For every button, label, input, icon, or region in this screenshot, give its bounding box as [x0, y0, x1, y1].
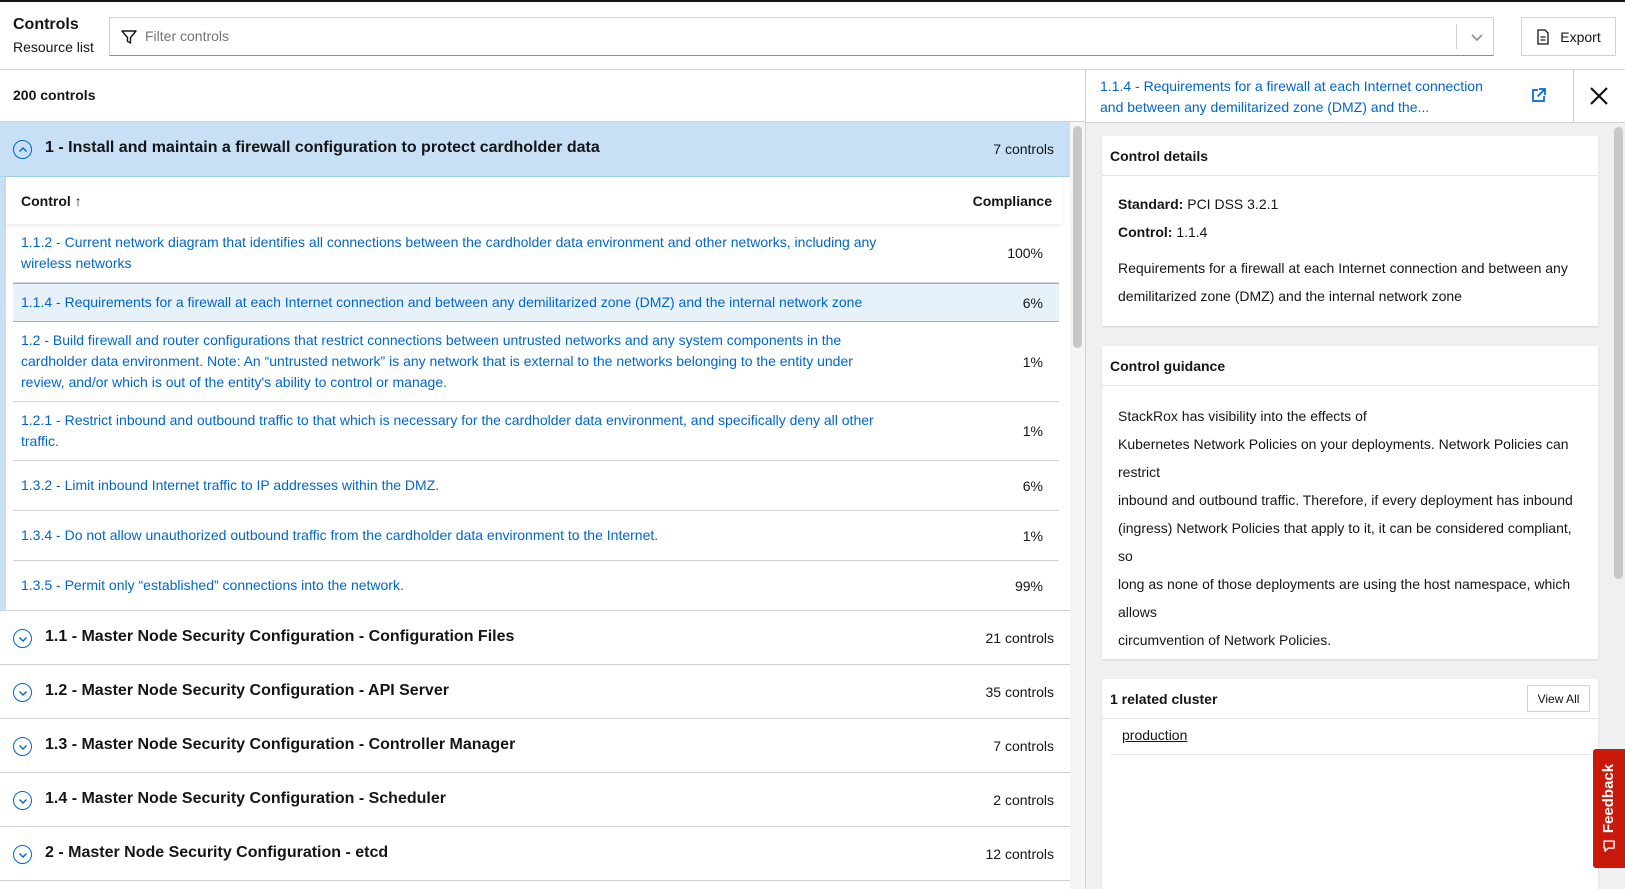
- card-heading: Control details: [1102, 136, 1598, 176]
- guidance-line: inbound and outbound traffic. Therefore,…: [1118, 492, 1573, 564]
- control-link[interactable]: 1.2.1 - Restrict inbound and outbound tr…: [13, 402, 883, 460]
- guidance-line: Kubernetes Network Policies on your depl…: [1118, 436, 1569, 480]
- group-title: 1.1 - Master Node Security Configuration…: [45, 628, 515, 645]
- control-link[interactable]: 1.1.4 - Requirements for a firewall at e…: [13, 284, 883, 321]
- column-header-compliance: Compliance: [972, 193, 1052, 209]
- header-separator: [1573, 70, 1574, 123]
- control-link[interactable]: 1.1.2 - Current network diagram that ide…: [13, 224, 883, 282]
- panel-title-link[interactable]: 1.1.4 - Requirements for a firewall at e…: [1100, 76, 1510, 118]
- controls-count-row: 200 controls: [0, 70, 1085, 122]
- group-count: 7 controls: [993, 141, 1054, 157]
- compliance-value: 6%: [1022, 294, 1043, 311]
- table-row[interactable]: 1.3.4 - Do not allow unauthorized outbou…: [13, 511, 1059, 561]
- guidance-line: circumvention of Network Policies.: [1118, 632, 1332, 648]
- control-value: 1.1.4: [1176, 224, 1208, 240]
- list-item: production: [1110, 719, 1590, 755]
- standard-line: Standard: PCI DSS 3.2.1: [1118, 190, 1582, 218]
- chevron-down-icon[interactable]: [13, 791, 32, 810]
- related-clusters-card: 1 related cluster View All production: [1102, 679, 1598, 889]
- cluster-link[interactable]: production: [1122, 727, 1187, 743]
- group-header-collapsed[interactable]: 1.4 - Master Node Security Configuration…: [0, 773, 1070, 827]
- file-icon: [1537, 28, 1549, 45]
- group-count: 12 controls: [985, 846, 1054, 862]
- guidance-line: long as none of those deployments are us…: [1118, 576, 1571, 620]
- group-title: 1.3 - Master Node Security Configuration…: [45, 736, 516, 753]
- page-header: Controls Resource list Export: [0, 2, 1625, 70]
- compliance-value: 1%: [1022, 527, 1043, 544]
- control-description: Requirements for a firewall at each Inte…: [1118, 260, 1568, 304]
- group-title: 2 - Master Node Security Configuration -…: [45, 844, 389, 861]
- table-row[interactable]: 1.3.2 - Limit inbound Internet traffic t…: [13, 461, 1059, 511]
- filter-input[interactable]: [145, 28, 1345, 44]
- table-row[interactable]: 1.2 - Build firewall and router configur…: [13, 322, 1059, 402]
- chevron-down-icon[interactable]: [1469, 29, 1485, 45]
- external-link-icon[interactable]: [1530, 87, 1547, 104]
- control-groups: 1 - Install and maintain a firewall conf…: [0, 122, 1070, 881]
- control-guidance-card: Control guidance StackRox has visibility…: [1102, 346, 1598, 659]
- filter-controls-box[interactable]: [109, 17, 1494, 56]
- feedback-label: Feedback: [1600, 763, 1618, 834]
- compliance-value: 6%: [1022, 477, 1043, 494]
- compliance-value: 100%: [1007, 245, 1043, 261]
- filter-icon: [121, 30, 137, 44]
- table-row[interactable]: 1.1.2 - Current network diagram that ide…: [13, 224, 1059, 283]
- card-heading: Control guidance: [1102, 346, 1598, 386]
- group-count: 7 controls: [993, 738, 1054, 754]
- view-all-button[interactable]: View All: [1527, 685, 1590, 712]
- control-line: Control: 1.1.4: [1118, 218, 1582, 246]
- page-title: Controls: [13, 16, 79, 33]
- chat-icon: [1603, 840, 1615, 852]
- export-button[interactable]: Export: [1521, 17, 1616, 56]
- control-label: Control:: [1118, 224, 1173, 240]
- page-subtitle: Resource list: [13, 39, 94, 55]
- compliance-value: 1%: [1022, 353, 1043, 370]
- chevron-down-icon[interactable]: [13, 629, 32, 648]
- control-link[interactable]: 1.3.2 - Limit inbound Internet traffic t…: [13, 467, 883, 504]
- chevron-down-icon[interactable]: [13, 737, 32, 756]
- scrollbar-thumb[interactable]: [1073, 126, 1082, 348]
- clusters-heading: 1 related cluster: [1110, 691, 1218, 707]
- guidance-line: StackRox has visibility into the effects…: [1118, 408, 1367, 424]
- feedback-button[interactable]: Feedback: [1593, 749, 1625, 868]
- group-count: 21 controls: [985, 630, 1054, 646]
- group-header-expanded[interactable]: 1 - Install and maintain a firewall conf…: [0, 122, 1070, 177]
- controls-count: 200 controls: [13, 87, 96, 103]
- panel-header: 1.1.4 - Requirements for a firewall at e…: [1086, 70, 1625, 123]
- compliance-value: 1%: [1022, 423, 1043, 439]
- table-row[interactable]: 1.3.5 - Permit only “established” connec…: [13, 561, 1059, 610]
- group-header-collapsed[interactable]: 1.1 - Master Node Security Configuration…: [0, 611, 1070, 665]
- group-title: 1.2 - Master Node Security Configuration…: [45, 682, 449, 699]
- control-link[interactable]: 1.3.5 - Permit only “established” connec…: [13, 567, 883, 604]
- column-header-control[interactable]: Control ↑: [21, 193, 82, 209]
- group-table: Control ↑ Compliance 1.1.2 - Current net…: [0, 177, 1070, 611]
- list-scrollbar[interactable]: [1070, 122, 1085, 889]
- control-link[interactable]: 1.2 - Build firewall and router configur…: [13, 322, 883, 401]
- control-details-card: Control details Standard: PCI DSS 3.2.1 …: [1102, 136, 1598, 326]
- group-count: 35 controls: [985, 684, 1054, 700]
- chevron-down-icon[interactable]: [13, 683, 32, 702]
- filter-separator: [1456, 24, 1457, 49]
- export-label: Export: [1560, 28, 1601, 45]
- table-header: Control ↑ Compliance: [6, 177, 1063, 224]
- control-link[interactable]: 1.3.4 - Do not allow unauthorized outbou…: [13, 517, 883, 554]
- chevron-down-icon[interactable]: [13, 845, 32, 864]
- group-title: 1 - Install and maintain a firewall conf…: [45, 139, 600, 156]
- table-row-selected[interactable]: 1.1.4 - Requirements for a firewall at e…: [13, 283, 1059, 322]
- standard-value: PCI DSS 3.2.1: [1187, 196, 1279, 212]
- close-icon[interactable]: [1589, 86, 1609, 106]
- group-count: 2 controls: [993, 792, 1054, 808]
- chevron-up-icon[interactable]: [13, 140, 32, 159]
- card-heading: 1 related cluster View All: [1102, 679, 1598, 719]
- table-row[interactable]: 1.2.1 - Restrict inbound and outbound tr…: [13, 402, 1059, 461]
- control-side-panel: 1.1.4 - Requirements for a firewall at e…: [1085, 70, 1625, 889]
- controls-list: 200 controls 1 - Install and maintain a …: [0, 70, 1085, 889]
- group-header-collapsed[interactable]: 1.3 - Master Node Security Configuration…: [0, 719, 1070, 773]
- group-title: 1.4 - Master Node Security Configuration…: [45, 790, 446, 807]
- group-header-collapsed[interactable]: 2 - Master Node Security Configuration -…: [0, 827, 1070, 881]
- compliance-value: 99%: [1014, 577, 1043, 594]
- standard-label: Standard:: [1118, 196, 1184, 212]
- group-header-collapsed[interactable]: 1.2 - Master Node Security Configuration…: [0, 665, 1070, 719]
- scrollbar-thumb[interactable]: [1614, 127, 1623, 579]
